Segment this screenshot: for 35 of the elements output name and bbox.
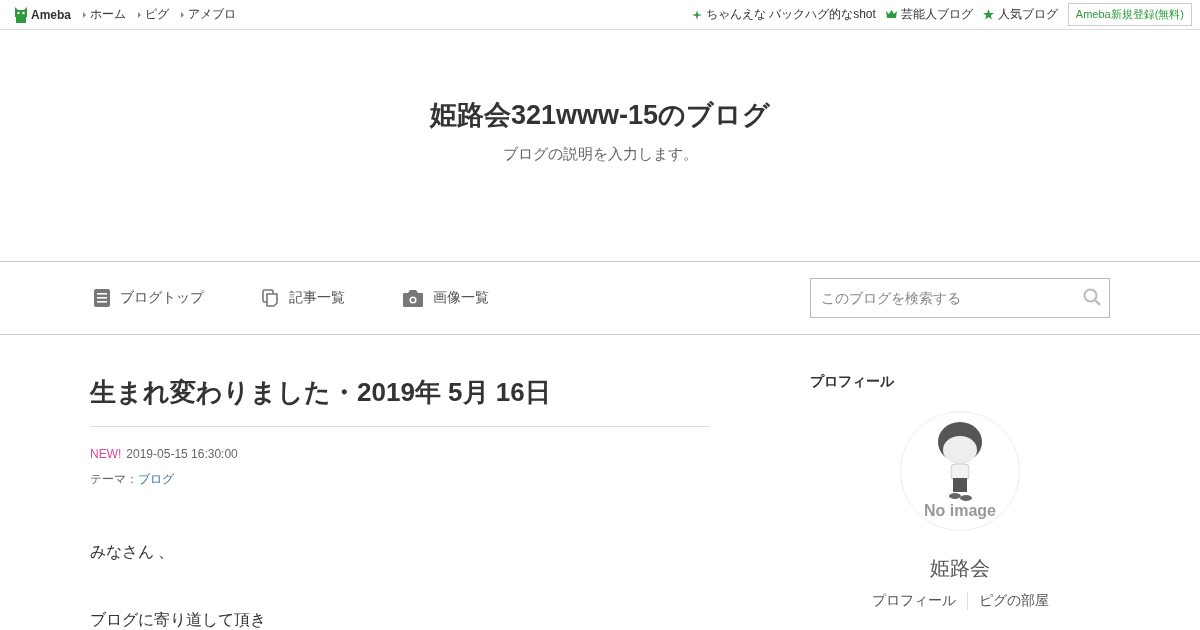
nav-link[interactable]: ホーム (83, 6, 126, 23)
entry-title[interactable]: 生まれ変わりました・2019年 5月 16日 (90, 375, 710, 427)
sparkle-icon (691, 9, 702, 20)
top-link[interactable]: ちゃんえな バックハグ的なshot (691, 6, 876, 23)
nav-tab[interactable]: 画像一覧 (399, 289, 489, 307)
body-text: ブログに寄り道して頂き (90, 610, 267, 630)
document-icon (94, 289, 110, 307)
entry-date: 2019-05-15 16:30:00 (126, 447, 238, 461)
camera-icon (403, 289, 423, 307)
nav-link[interactable]: アメブロ (181, 6, 236, 23)
search-field[interactable]: このブログを検索する (810, 278, 1110, 318)
star-icon (982, 9, 994, 20)
theme-label: テーマ： (90, 472, 138, 486)
profile-name[interactable]: 姫路会 (930, 555, 990, 582)
theme-link[interactable]: ブログ (138, 472, 174, 486)
mascot-icon (14, 6, 28, 23)
pages-icon (262, 289, 279, 307)
logo[interactable]: Ameba (14, 6, 71, 23)
nav-tab[interactable]: ブログトップ (90, 289, 204, 307)
blog-title[interactable]: 姫路会321www-15のブログ (429, 97, 771, 133)
search-icon[interactable] (1083, 288, 1101, 306)
signup-button[interactable]: Ameba新規登録(無料) (1067, 3, 1192, 26)
top-link[interactable]: 芸能人ブログ (885, 6, 973, 23)
no-image-label: No image (924, 502, 996, 520)
nav-tab[interactable]: 記事一覧 (258, 289, 345, 307)
profile-heading: プロフィール (810, 373, 894, 391)
profile-link[interactable]: ピグの部屋 (966, 592, 1060, 610)
new-label: NEW! (90, 447, 122, 461)
nav-link[interactable]: ピグ (138, 6, 169, 23)
avatar-figure-icon (935, 420, 985, 502)
profile-link[interactable]: プロフィール (860, 592, 967, 610)
body-text: みなさん 、 (90, 542, 176, 562)
blog-description: ブログの説明を入力します。 (502, 145, 698, 164)
crown-icon (885, 10, 897, 19)
top-link[interactable]: 人気ブログ (982, 6, 1058, 23)
